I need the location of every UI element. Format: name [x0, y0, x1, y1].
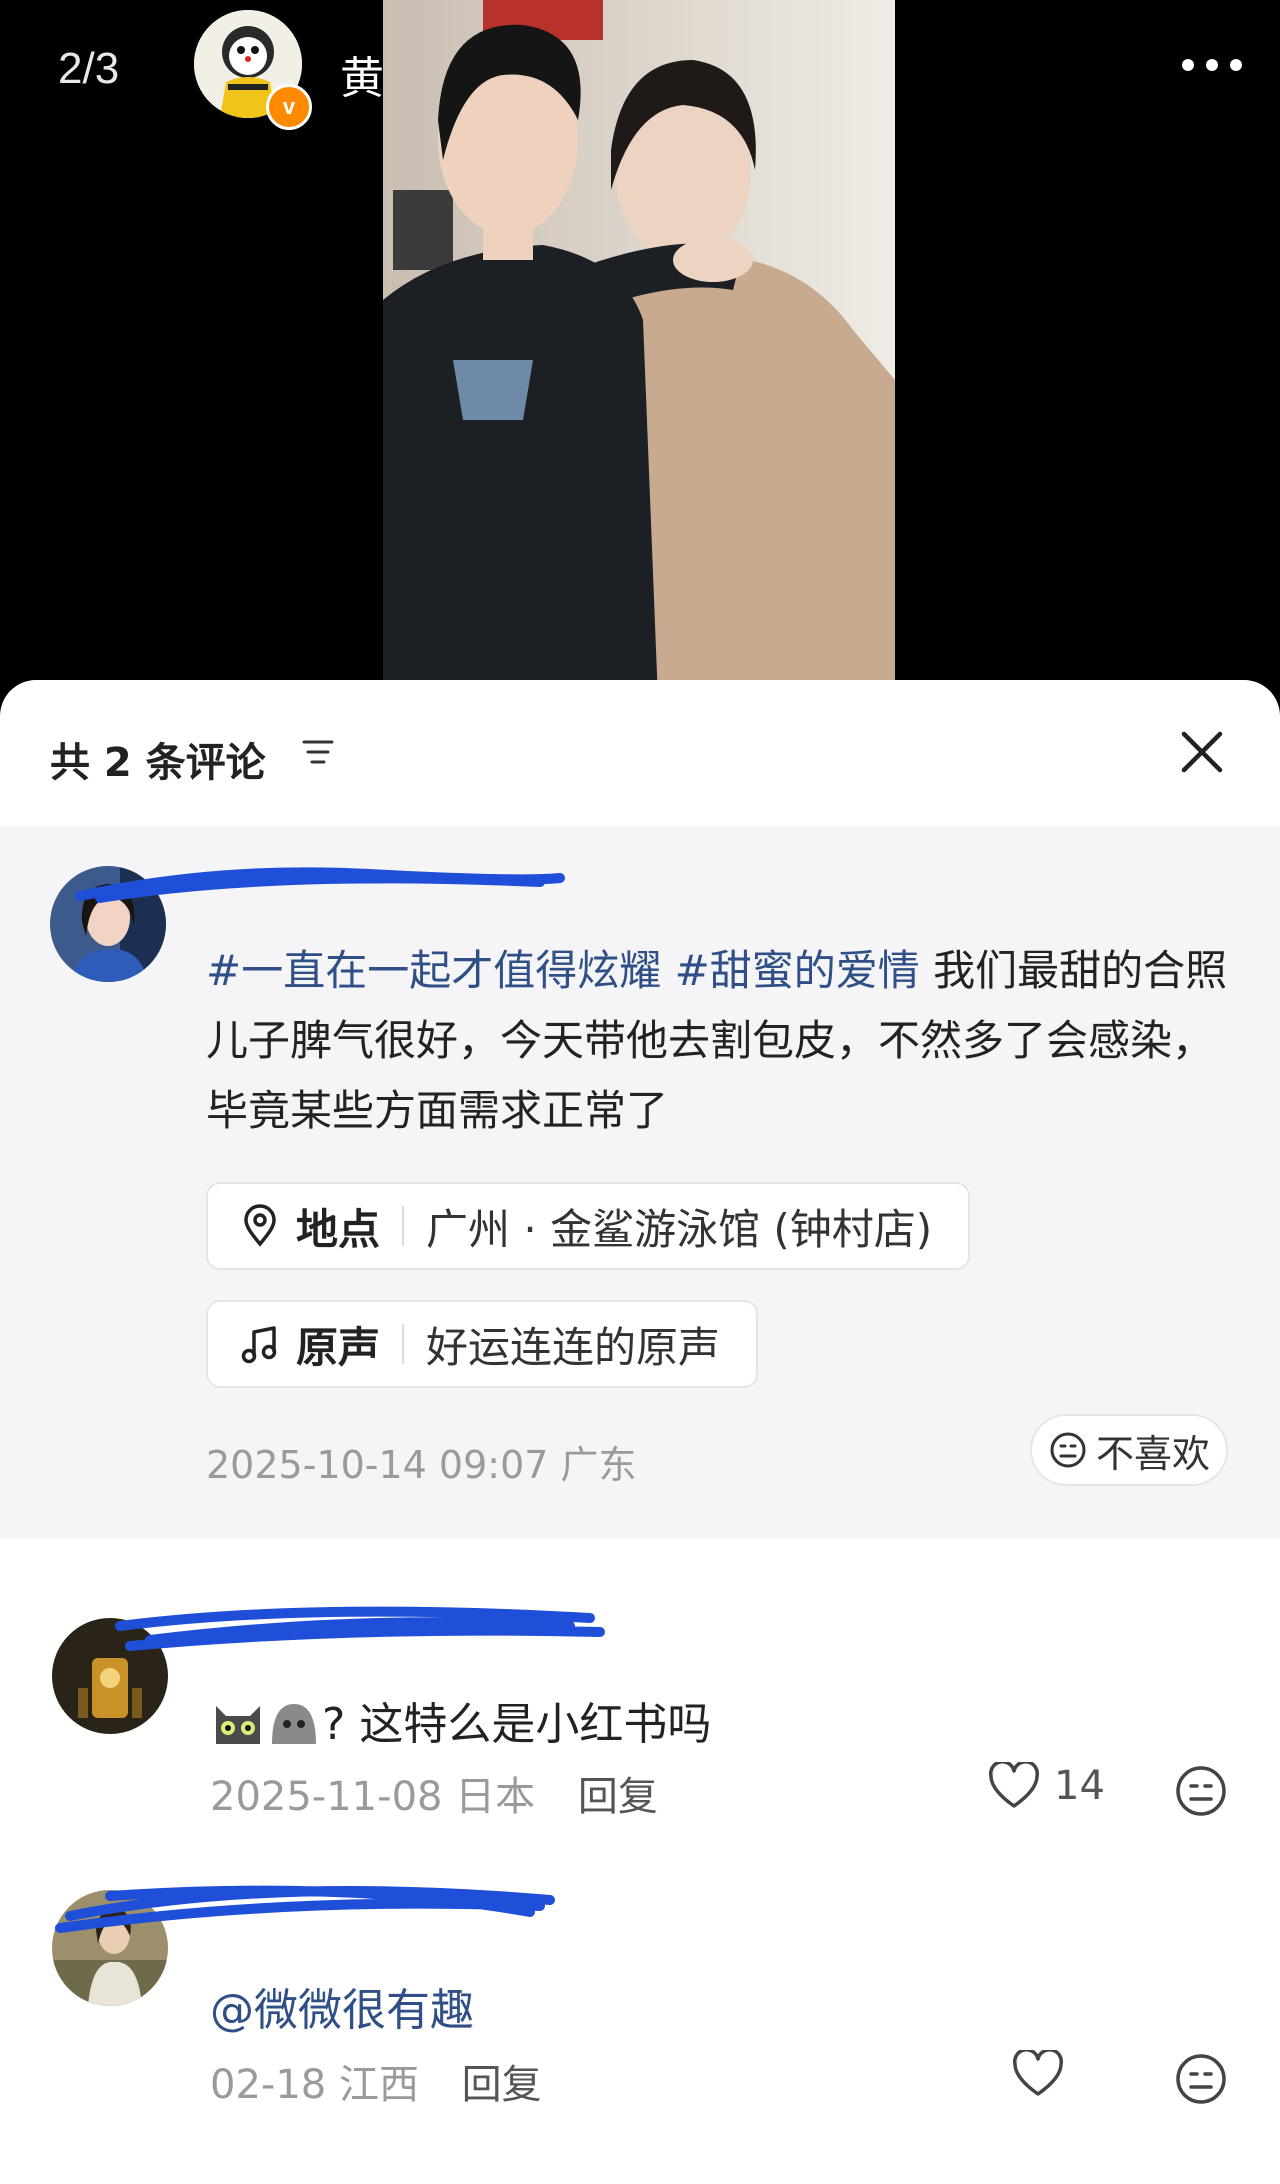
like-button[interactable]: [1012, 2050, 1078, 2098]
mention-link[interactable]: @微微很有趣: [210, 1985, 474, 2036]
close-icon[interactable]: [1176, 726, 1228, 778]
commenter-avatar[interactable]: [52, 1890, 168, 2006]
author-post: #一直在一起才值得炫耀 #甜蜜的爱情 我们最甜的合照 儿子脾气很好，今天带他去割…: [0, 826, 1280, 1538]
comments-sheet: 共 2 条评论 #一直在一起才值得炫耀 #甜蜜的爱情 我们最甜的合照 儿子脾气很…: [0, 680, 1280, 2184]
heart-icon: [1012, 2050, 1064, 2096]
audio-tag[interactable]: 原声 好运连连的原声: [206, 1300, 759, 1388]
comment-item: @微微很有趣 02-18 江西 回复: [0, 1826, 1280, 2108]
dot-icon: [1230, 59, 1242, 71]
post-timestamp: 2025-10-14 09:07 广东: [206, 1443, 637, 1487]
post-photo[interactable]: [383, 0, 895, 700]
photo-viewer: 2/3 v 黄西炮: [0, 0, 1280, 700]
post-text: #一直在一起才值得炫耀 #甜蜜的爱情 我们最甜的合照 儿子脾气很好，今天带他去割…: [206, 936, 1236, 1146]
reply-button[interactable]: 回复: [462, 2062, 542, 2108]
dislike-label: 不喜欢: [1095, 1431, 1210, 1476]
location-value: 广州 · 金鲨游泳馆 (钟村店): [426, 1204, 933, 1254]
comment-body: ? 这特么是小红书吗: [322, 1699, 712, 1750]
location-label: 地点: [296, 1204, 381, 1254]
like-button[interactable]: 14: [988, 1762, 1105, 1810]
redaction-scribble: [115, 1606, 605, 1651]
divider: [402, 1206, 405, 1246]
comment-text: ? 这特么是小红书吗: [210, 1688, 711, 1759]
neutral-face-icon[interactable]: [1174, 2052, 1228, 2106]
neutral-face-icon: [1050, 1432, 1086, 1468]
image-counter: 2/3: [58, 44, 120, 93]
more-options-button[interactable]: [1162, 40, 1262, 90]
audio-label: 原声: [296, 1322, 381, 1372]
commenter-avatar[interactable]: [52, 1618, 168, 1734]
music-note-icon: [241, 1326, 277, 1364]
location-tag[interactable]: 地点 广州 · 金鲨游泳馆 (钟村店): [206, 1182, 971, 1270]
cat-emoji-icon: [210, 1696, 266, 1759]
poster-avatar[interactable]: [50, 866, 166, 982]
reply-button[interactable]: 回复: [578, 1774, 658, 1820]
sort-icon[interactable]: [298, 732, 338, 772]
comment-date: 2025-11-08 日本: [210, 1774, 536, 1820]
like-count: 14: [1054, 1763, 1105, 1809]
comment-text: @微微很有趣: [210, 1974, 474, 2038]
sheet-header: 共 2 条评论: [0, 680, 1280, 826]
verified-badge: v: [266, 84, 312, 130]
audio-value: 好运连连的原声: [426, 1322, 721, 1372]
neutral-face-icon[interactable]: [1174, 1764, 1228, 1818]
divider: [402, 1324, 405, 1364]
comment-item: ? 这特么是小红书吗 2025-11-08 日本 回复 14: [0, 1538, 1280, 1820]
comment-meta: 02-18 江西 回复: [210, 2052, 542, 2110]
dot-icon: [1182, 59, 1194, 71]
ghost-emoji-icon: [266, 1696, 322, 1759]
comment-meta: 2025-11-08 日本 回复: [210, 1764, 658, 1822]
dislike-button[interactable]: 不喜欢: [1030, 1414, 1228, 1486]
hashtag-link[interactable]: #甜蜜的爱情: [675, 946, 920, 995]
hashtag-link[interactable]: #一直在一起才值得炫耀: [206, 946, 661, 995]
comment-count-title: 共 2 条评论: [50, 740, 266, 786]
comment-date: 02-18 江西: [210, 2062, 419, 2108]
location-pin-icon: [244, 1204, 276, 1247]
dot-icon: [1206, 59, 1218, 71]
heart-icon: [988, 1762, 1040, 1808]
